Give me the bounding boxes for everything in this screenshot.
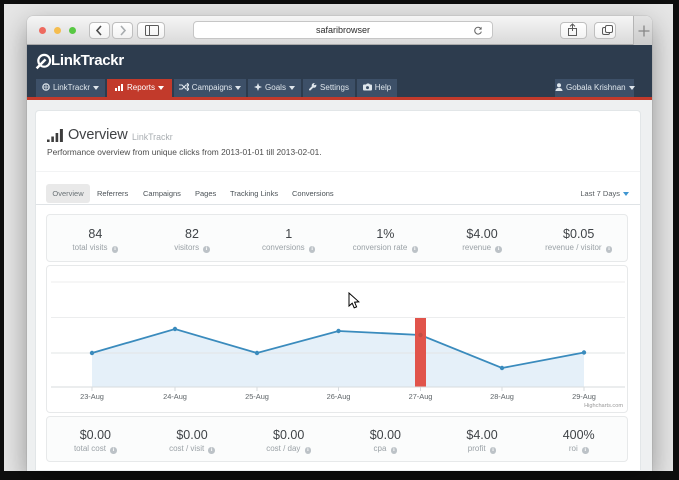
svg-text:29-Aug: 29-Aug [572,392,596,401]
svg-text:26-Aug: 26-Aug [327,392,351,401]
svg-text:23-Aug: 23-Aug [80,392,104,401]
svg-text:24-Aug: 24-Aug [163,392,187,401]
svg-text:28-Aug: 28-Aug [490,392,514,401]
svg-text:27-Aug: 27-Aug [409,392,433,401]
svg-text:25-Aug: 25-Aug [245,392,269,401]
svg-text:Highcharts.com: Highcharts.com [584,403,623,409]
